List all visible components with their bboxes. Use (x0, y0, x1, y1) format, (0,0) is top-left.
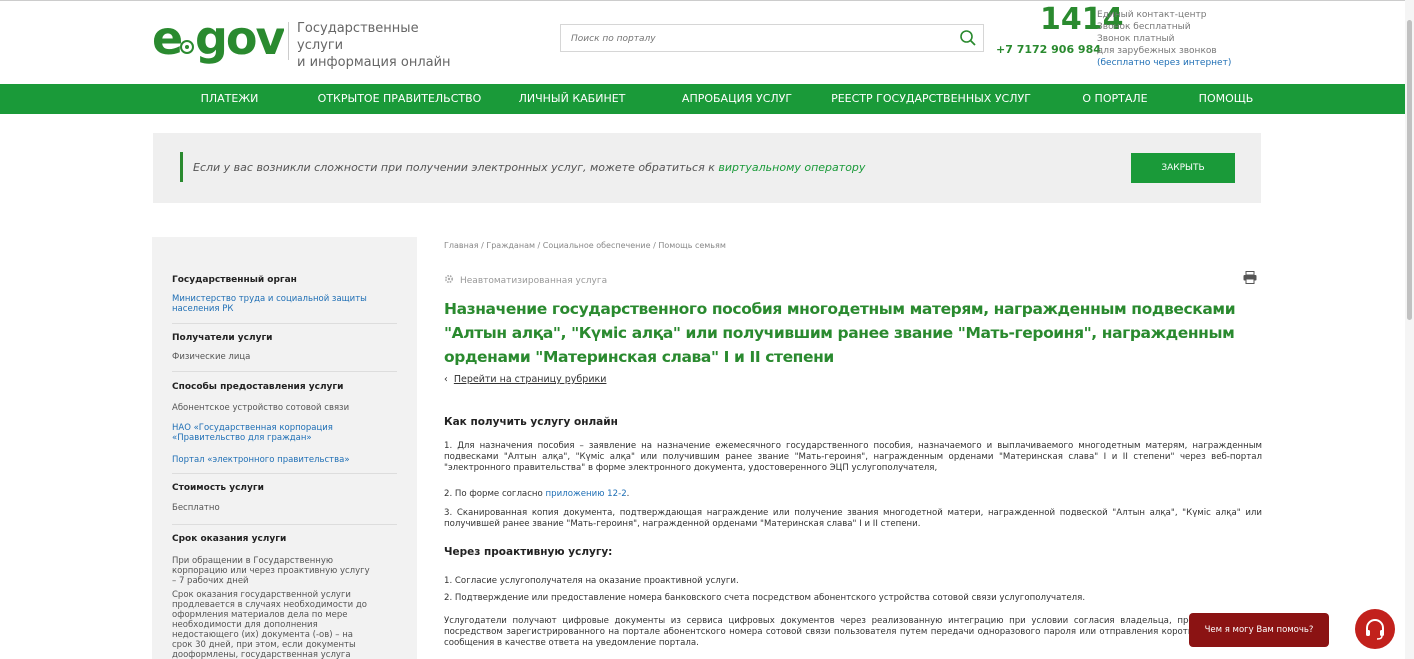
appendix-link[interactable]: приложению 12-2 (546, 489, 627, 499)
scrollbar-thumb[interactable] (1407, 20, 1412, 320)
gear-icon (444, 274, 454, 284)
notice-banner: Если у вас возникли сложности при получе… (153, 133, 1261, 203)
main-nav: ПЛАТЕЖИ ОТКРЫТОЕ ПРАВИТЕЛЬСТВО ЛИЧНЫЙ КА… (0, 84, 1414, 114)
headset-icon (1366, 619, 1384, 640)
logo-sub-line1: Государственные услуги (297, 21, 419, 53)
notice-accent-bar (180, 152, 183, 182)
divider (172, 524, 397, 525)
nav-item-about[interactable]: О ПОРТАЛЕ (1040, 84, 1190, 114)
proactive-step-2: 2. Подтверждение или предоставление номе… (444, 593, 1086, 603)
proactive-section-title: Через проактивную услугу: (444, 546, 613, 558)
back-to-rubric-link[interactable]: ‹ Перейти на страницу рубрики (444, 374, 606, 385)
egov-logo[interactable]: e gov (152, 11, 288, 73)
online-step-2-end: . (626, 489, 630, 499)
nav-item-services-registry[interactable]: РЕЕСТР ГОСУДАРСТВЕННЫХ УСЛУГ (822, 84, 1040, 114)
help-chat-button[interactable] (1355, 609, 1395, 649)
proactive-step-1: 1. Согласие услугополучателя на оказание… (444, 576, 739, 586)
service-type-label: Неавтоматизированная услуга (460, 276, 608, 286)
notice-message: Если у вас возникли сложности при получе… (193, 161, 719, 174)
chevron-left-icon: ‹ (444, 374, 448, 385)
proactive-description: Услугодатели получают цифровые документы… (444, 616, 1262, 648)
breadcrumb[interactable]: Главная / Гражданам / Социальное обеспеч… (444, 241, 726, 250)
search-input[interactable] (569, 26, 933, 52)
online-step-3: 3. Сканированная копия документа, подтве… (444, 508, 1262, 529)
nav-item-payments[interactable]: ПЛАТЕЖИ (152, 84, 307, 114)
recipients-title: Получатели услуги (172, 333, 273, 343)
divider (172, 323, 397, 324)
logo-subtitle: Государственные услуги и информация онла… (297, 20, 467, 71)
print-icon[interactable] (1243, 271, 1257, 284)
logo-divider (288, 22, 289, 60)
search-icon[interactable] (959, 29, 977, 47)
divider (172, 371, 397, 372)
online-step-2-text: 2. По форме согласно (444, 489, 546, 499)
term-extension: Срок оказания государственной услуги про… (172, 590, 367, 659)
gov-body-title: Государственный орган (172, 275, 297, 285)
methods-title: Способы предоставления услуги (172, 382, 344, 392)
contact-info: Единый контакт-центр Звонок бесплатный З… (1097, 9, 1247, 69)
cost-title: Стоимость услуги (172, 483, 264, 493)
nav-item-open-government[interactable]: ОТКРЫТОЕ ПРАВИТЕЛЬСТВО (307, 84, 492, 114)
nav-item-services-approbation[interactable]: АПРОБАЦИЯ УСЛУГ (652, 84, 822, 114)
svg-text:gov: gov (195, 14, 284, 64)
service-title: Назначение государственного пособия мног… (444, 300, 1236, 366)
virtual-operator-link[interactable]: виртуальному оператору (718, 161, 865, 174)
back-link-label: Перейти на страницу рубрики (453, 374, 607, 385)
gov-body-link[interactable]: Министерство труда и социальной защиты н… (172, 294, 372, 314)
online-step-1: 1. Для назначения пособия – заявление на… (444, 441, 1262, 473)
contact-line: для зарубежных звонков (1097, 46, 1217, 56)
service-type: Неавтоматизированная услуга (444, 274, 607, 286)
contact-line: Звонок платный (1097, 34, 1175, 44)
top-border (0, 0, 1414, 1)
contact-line: Единый контакт-центр (1097, 10, 1207, 20)
cost-value: Бесплатно (172, 503, 220, 513)
logo-sub-line2: и информация онлайн (297, 55, 451, 70)
contact-free-net: (бесплатно через интернет) (1097, 58, 1232, 68)
online-step-2: 2. По форме согласно приложению 12-2. (444, 489, 1262, 500)
egov-logo-graphic: e gov (152, 11, 288, 65)
term-title: Срок оказания услуги (172, 534, 287, 544)
close-button[interactable]: ЗАКРЫТЬ (1131, 153, 1235, 183)
online-section-title: Как получить услугу онлайн (444, 416, 618, 428)
service-sidebar: Государственный орган Министерство труда… (152, 237, 417, 659)
contact-line: Звонок бесплатный (1097, 22, 1191, 32)
help-chat-bubble[interactable]: Чем я могу Вам помочь? (1189, 613, 1329, 647)
term-value: При обращении в Государственную корпорац… (172, 556, 370, 586)
divider (172, 473, 397, 474)
recipients-value: Физические лица (172, 352, 251, 362)
svg-text:e: e (152, 14, 181, 64)
method-item-link[interactable]: Портал «электронного правительства» (172, 455, 372, 465)
method-item: Абонентское устройство сотовой связи (172, 403, 350, 413)
nav-item-personal-cabinet[interactable]: ЛИЧНЫЙ КАБИНЕТ (492, 84, 652, 114)
method-item-link[interactable]: НАО «Государственная корпорация «Правите… (172, 423, 372, 443)
contact-phone[interactable]: +7 7172 906 984 (996, 43, 1101, 56)
notice-text: Если у вас возникли сложности при получе… (193, 161, 865, 174)
nav-item-help[interactable]: ПОМОЩЬ (1190, 84, 1262, 114)
search-box[interactable] (560, 24, 984, 52)
